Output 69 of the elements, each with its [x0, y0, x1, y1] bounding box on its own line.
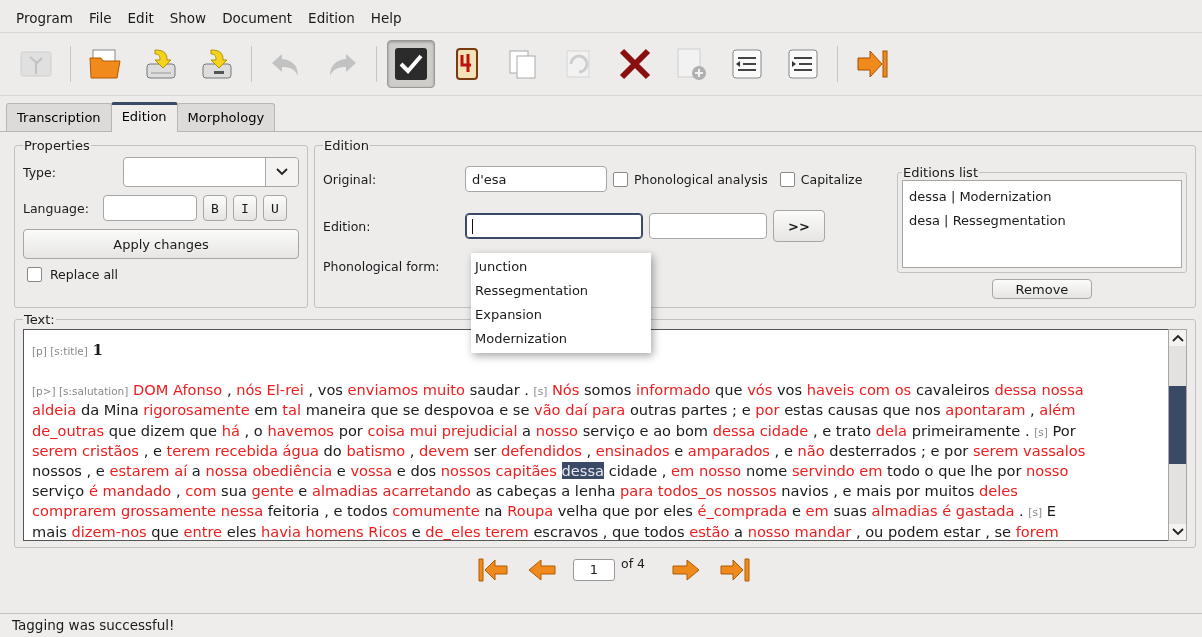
text-line: comprarem grossamente nessa feitoria , e todos comumente na Roupa velha que por eles é_comprada e em suas almadias é gastada . [s] E: [32, 501, 1057, 522]
folder-icon: [87, 46, 123, 82]
group-title: Properties: [23, 138, 91, 153]
menu-item[interactable]: Edition: [300, 10, 363, 26]
cross-icon: [617, 46, 653, 82]
edition-field[interactable]: [465, 213, 643, 239]
group-title: Editions list: [902, 165, 979, 180]
checkbox-label: Phonological analysis: [634, 171, 768, 187]
toolbar-button[interactable]: [387, 40, 435, 88]
outdent-icon: [729, 46, 765, 82]
indent-icon: [785, 46, 821, 82]
last-page-icon[interactable]: [717, 557, 751, 583]
text-cursor: [472, 218, 473, 234]
original-field[interactable]: d'esa: [465, 166, 607, 192]
tab[interactable]: Edition: [110, 102, 178, 132]
menu-item[interactable]: File: [80, 10, 120, 26]
menu-item[interactable]: Show: [161, 10, 215, 26]
field-label: Type:: [23, 164, 56, 180]
dropdown-option[interactable]: Expansion: [471, 303, 651, 327]
checkbox-label: Replace all: [50, 267, 119, 282]
dropdown-option[interactable]: Junction: [471, 255, 651, 279]
first-page-icon[interactable]: [477, 557, 511, 583]
field-label: Original:: [323, 171, 378, 187]
checkmark-icon: [393, 46, 429, 82]
menu-item[interactable]: Edit: [119, 10, 162, 26]
type-dropdown[interactable]: [123, 157, 299, 187]
text-line: serem cristãos , e terem recebida água do batismo , devem ser defendidos , ensinados e amparados , e não desterrados ; e por serem vassalos: [32, 440, 1087, 461]
field-label: Phonological form:: [323, 258, 440, 274]
chevron-up-icon: [1171, 334, 1184, 342]
group-title: Edition: [323, 138, 370, 153]
dropdown-option[interactable]: Ressegmentation: [471, 279, 651, 303]
tab[interactable]: Morphology: [176, 103, 276, 131]
text-line: serviço é mandado , com sua gente e almadias acarretando as cabeças a lenha para todos_os nossos navios , e mais por muitos deles: [32, 481, 1019, 502]
text-line: aldeia da Mina rigorosamente em tal maneira que se despovoa e se vão daí para outras partes ; e por estas causas que nos apontaram , além: [32, 400, 1077, 421]
text-line: mais dizem-nos que entre eles havia homens Ricos e de_eles terem escravos , que todos estão a nosso mandar , ou podem estar , se forem: [32, 521, 1060, 540]
text-field[interactable]: [649, 213, 767, 239]
scrollbar[interactable]: [1168, 329, 1187, 541]
checkbox-label: Capitalize: [800, 171, 863, 187]
text-area[interactable]: [23, 329, 1168, 541]
checkbox[interactable]: [613, 171, 628, 187]
language-field[interactable]: [103, 195, 197, 221]
format-button[interactable]: B: [203, 195, 227, 221]
list-item[interactable]: dessa | Modernization: [903, 185, 1181, 209]
format-button[interactable]: I: [233, 195, 257, 221]
drive-icon: [143, 46, 179, 82]
apply-changes-button[interactable]: Apply changes: [23, 229, 299, 259]
checkbox[interactable]: [27, 267, 42, 282]
text-line: de_outras que dizem que há , o havemos por coisa mui prejudicial a nosso serviço e ao bom dessa cidade , e trato dela primeiramente . [s] Por: [32, 420, 1077, 441]
chevron-down-icon: [1171, 528, 1184, 536]
list-item[interactable]: desa | Ressegmentation: [903, 209, 1181, 233]
format-button[interactable]: U: [263, 195, 287, 221]
text-line: [p] [s:title] 1: [32, 340, 104, 361]
tab[interactable]: Transcription: [6, 103, 112, 131]
page-field[interactable]: 1: [573, 559, 615, 581]
text-line: [p>] [s:salutation] DOM Afonso , nós El-rei , vos enviamos muito saudar . [s] Nós somos informado que vós vos haveis com os cavaleiros dessa nossa: [32, 380, 1085, 401]
drive-icon: [199, 46, 235, 82]
remove-button[interactable]: Remove: [992, 279, 1092, 299]
checkbox[interactable]: [779, 171, 795, 187]
group-title: Text:: [23, 312, 56, 327]
chevron-down-icon: [276, 168, 288, 176]
field-label: Edition:: [323, 218, 372, 234]
menu-item[interactable]: Program: [8, 10, 81, 26]
field-label: Language:: [23, 200, 90, 216]
dropdown-option[interactable]: Modernization: [471, 327, 651, 351]
text-line: nossos , e estarem aí a nossa obediência e vossa e dos nossos capitães dessa cidade , em nosso nome servindo em todo o que lhe por nosso: [32, 460, 1070, 481]
menu-item[interactable]: Document: [214, 10, 301, 26]
page-count: of 4: [621, 556, 645, 571]
add-button[interactable]: >>: [773, 210, 825, 242]
menu-item[interactable]: Help: [362, 10, 410, 26]
